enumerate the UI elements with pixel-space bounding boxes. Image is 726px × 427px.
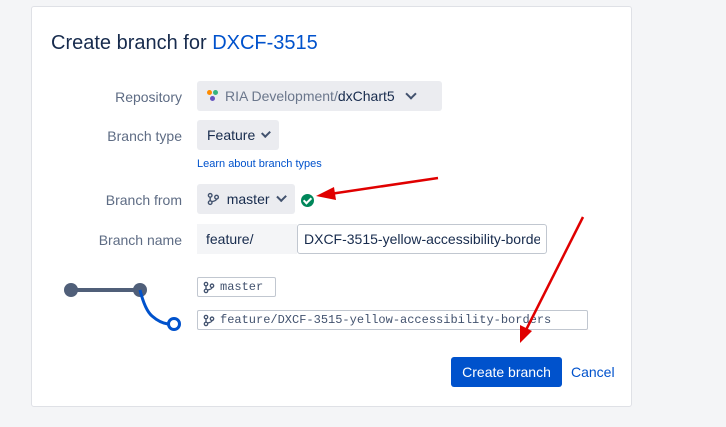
issue-key-link[interactable]: DXCF-3515 (212, 32, 318, 54)
repository-name: dxChart5 (337, 88, 395, 104)
branch-icon (207, 192, 220, 206)
branch-name-input[interactable] (297, 224, 547, 254)
repository-label: Repository (115, 89, 182, 105)
branch-name-label: Branch name (98, 232, 182, 248)
branch-type-value: Feature (207, 127, 256, 143)
branch-from-select[interactable]: master (197, 184, 295, 214)
create-branch-button[interactable]: Create branch (451, 357, 562, 387)
branch-type-label: Branch type (107, 128, 182, 144)
chevron-down-icon (261, 128, 271, 138)
chevron-down-icon (404, 88, 417, 100)
new-branch-name: feature/DXCF-3515-yellow-accessibility-b… (220, 313, 552, 327)
source-branch-chip: master (197, 277, 276, 297)
new-branch-chip: feature/DXCF-3515-yellow-accessibility-b… (197, 310, 588, 330)
branch-prefix: feature/ (197, 224, 297, 254)
check-circle-icon (301, 194, 314, 207)
branch-from-value: master (226, 191, 270, 207)
branch-from-label: Branch from (105, 192, 182, 208)
branch-icon (203, 314, 215, 326)
source-branch-name: master (220, 280, 264, 294)
title-prefix: Create branch for (51, 32, 207, 54)
branch-icon (203, 281, 215, 293)
repo-icon (207, 90, 219, 102)
dialog-title: Create branch for DXCF-3515 (51, 32, 318, 55)
cancel-button[interactable]: Cancel (571, 364, 615, 380)
repository-workspace: RIA Development (225, 88, 334, 104)
chevron-down-icon (275, 191, 287, 203)
repository-select[interactable]: RIA Development / dxChart5 (197, 81, 442, 111)
branch-type-select[interactable]: Feature (197, 120, 279, 150)
learn-branch-types-link[interactable]: Learn about branch types (197, 158, 322, 170)
